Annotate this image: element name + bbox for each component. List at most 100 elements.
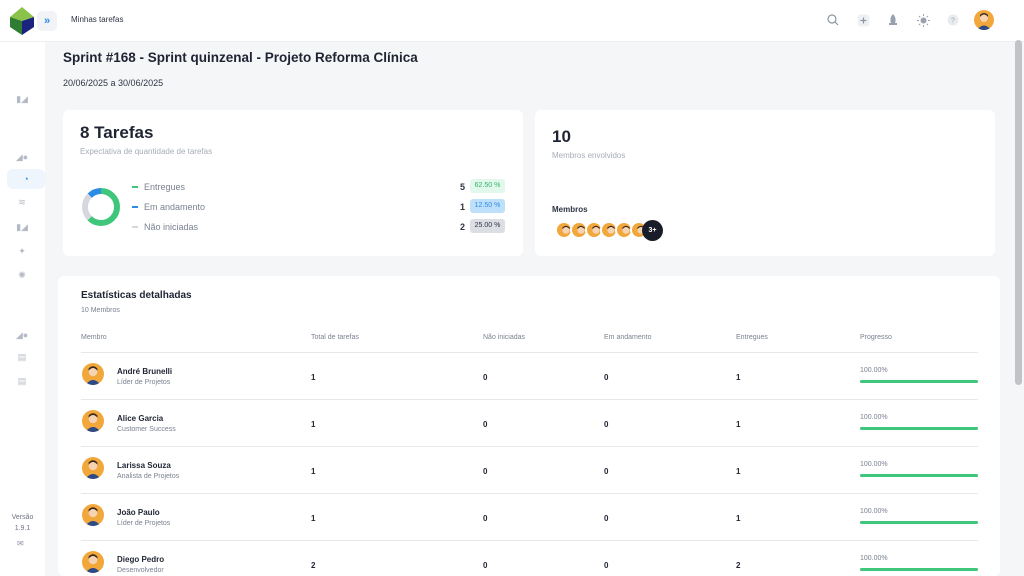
progress-percent: 100.00% (860, 414, 888, 421)
progress-percent: 100.00% (860, 508, 888, 515)
member-name[interactable]: Alice Garcia (117, 414, 163, 423)
legend-dash-icon (132, 226, 138, 228)
legend-label: Em andamento (144, 202, 206, 212)
progress-bar (860, 474, 978, 477)
legend-percent-badge: 25.00 % (470, 219, 505, 233)
sidebar-item-pin-icon[interactable]: ✦ (14, 246, 30, 258)
sidebar: ▮◢ ◢● ◔ ≋ ▮◢ ✦ ✺ ◢● ▤ ▤ (0, 42, 45, 576)
total-tasks-cell: 1 (311, 373, 316, 382)
total-tasks-cell: 2 (311, 561, 316, 570)
legend-label: Não iniciadas (144, 222, 199, 232)
sidebar-item-team-icon[interactable]: ◢● (14, 330, 30, 342)
table-divider (81, 493, 978, 494)
expand-sidebar-button[interactable]: » (37, 11, 57, 31)
in-progress-cell: 0 (604, 420, 609, 429)
status-legend-row: Não iniciadas 2 25.00 % (132, 219, 507, 234)
tasks-count: 8 Tarefas (80, 123, 154, 142)
progress-bar-fill (860, 474, 978, 477)
sidebar-item-document-icon[interactable]: ▤ (14, 352, 30, 364)
add-icon[interactable] (854, 11, 872, 29)
sidebar-item-file-icon[interactable]: ▤ (14, 376, 30, 388)
legend-dash-icon (132, 186, 138, 188)
member-name[interactable]: Larissa Souza (117, 461, 171, 470)
progress-bar (860, 521, 978, 524)
status-legend-row: Em andamento 1 12.50 % (132, 199, 507, 214)
members-label: Membros (552, 205, 588, 214)
stats-title: Estatísticas detalhadas (81, 290, 192, 301)
member-role: Analista de Projetos (117, 473, 180, 480)
stats-subtitle: 10 Membros (81, 307, 120, 314)
table-divider (81, 399, 978, 400)
legend-count: 2 (460, 222, 466, 232)
breadcrumb[interactable]: Minhas tarefas (71, 15, 123, 24)
progress-bar-fill (860, 380, 978, 383)
in-progress-cell: 0 (604, 467, 609, 476)
legend-label: Entregues (144, 182, 186, 192)
member-avatar (82, 457, 104, 479)
not-started-cell: 0 (483, 420, 488, 429)
legend-count: 5 (460, 182, 466, 192)
sidebar-item-sprints-icon[interactable]: ◔ (7, 169, 45, 189)
delivered-cell: 1 (736, 420, 741, 429)
progress-bar-fill (860, 427, 978, 430)
search-icon[interactable] (824, 11, 842, 29)
delivered-cell: 1 (736, 467, 741, 476)
not-started-cell: 0 (483, 561, 488, 570)
members-count: 10 (552, 127, 571, 146)
page-title: Sprint #168 - Sprint quinzenal - Projeto… (63, 50, 418, 65)
column-header-progress[interactable]: Progresso (860, 334, 892, 341)
in-progress-cell: 0 (604, 373, 609, 382)
delivered-cell: 1 (736, 373, 741, 382)
sidebar-item-layers-icon[interactable]: ≋ (14, 197, 30, 209)
sun-icon[interactable] (914, 11, 932, 29)
app-logo[interactable] (10, 7, 34, 35)
legend-percent-badge: 62.50 % (470, 179, 505, 193)
more-members-badge[interactable]: 3+ (642, 220, 663, 241)
column-header-total[interactable]: Total de tarefas (311, 334, 359, 341)
tasks-donut-chart (82, 188, 120, 226)
table-divider (81, 540, 978, 541)
progress-percent: 100.00% (860, 461, 888, 468)
legend-count: 1 (460, 202, 466, 212)
rocket-icon[interactable] (884, 11, 902, 29)
tasks-subtitle: Expectativa de quantidade de tarefas (80, 147, 213, 156)
progress-bar (860, 568, 978, 571)
column-header-not-started[interactable]: Não iniciadas (483, 334, 525, 341)
not-started-cell: 0 (483, 467, 488, 476)
page-scrollbar[interactable] (1015, 40, 1022, 385)
version-info: Versão 1.9.1 (0, 512, 45, 534)
delivered-cell: 2 (736, 561, 741, 570)
member-role: Desenvolvedor (117, 567, 164, 574)
progress-bar-fill (860, 521, 978, 524)
help-icon[interactable]: ? (944, 11, 962, 29)
sidebar-item-settings-icon[interactable]: ✺ (14, 270, 30, 282)
in-progress-cell: 0 (604, 514, 609, 523)
member-name[interactable]: Diego Pedro (117, 555, 164, 564)
column-header-in-progress[interactable]: Em andamento (604, 334, 651, 341)
sidebar-item-reports-icon[interactable]: ▮◢ (14, 222, 30, 234)
total-tasks-cell: 1 (311, 514, 316, 523)
legend-percent-badge: 12.50 % (470, 199, 505, 213)
legend-dash-icon (132, 206, 138, 208)
table-divider (81, 352, 978, 353)
member-role: Líder de Projetos (117, 379, 171, 386)
total-tasks-cell: 1 (311, 420, 316, 429)
top-bar: » Minhas tarefas ? (0, 0, 1024, 42)
mail-icon[interactable]: ✉ (17, 539, 24, 548)
member-name[interactable]: João Paulo (117, 508, 160, 517)
column-header-delivered[interactable]: Entregues (736, 334, 768, 341)
progress-bar (860, 380, 978, 383)
progress-bar-fill (860, 568, 978, 571)
version-number: 1.9.1 (14, 525, 31, 532)
member-avatar (82, 504, 104, 526)
sidebar-item-users-icon[interactable]: ◢● (14, 152, 30, 164)
sidebar-item-dashboard-icon[interactable]: ▮◢ (14, 94, 30, 106)
delivered-cell: 1 (736, 514, 741, 523)
svg-text:?: ? (951, 18, 955, 25)
user-avatar[interactable] (974, 10, 994, 30)
total-tasks-cell: 1 (311, 467, 316, 476)
status-legend-row: Entregues 5 62.50 % (132, 179, 507, 194)
member-name[interactable]: André Brunelli (117, 367, 172, 376)
column-header-member[interactable]: Membro (81, 334, 107, 341)
sprint-dates: 20/06/2025 a 30/06/2025 (63, 78, 164, 88)
